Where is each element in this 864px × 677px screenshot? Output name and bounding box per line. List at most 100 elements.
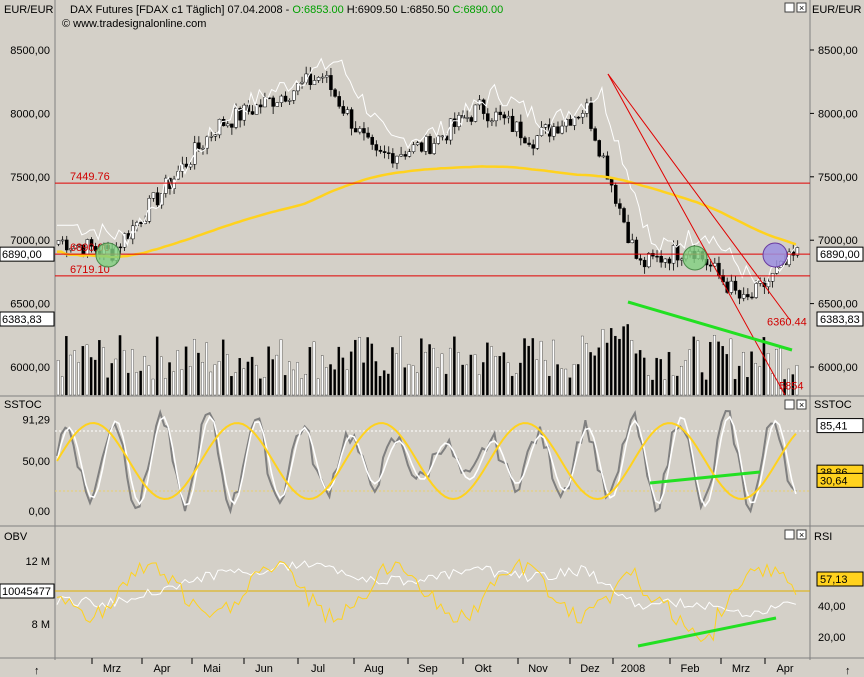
volume-bar: [201, 362, 204, 396]
stoch-tick-left: 50,00: [22, 456, 50, 468]
price-tick-right: 8500,00: [818, 45, 858, 57]
obv-tick-left: 12 M: [26, 556, 50, 568]
price-tick-right: 6000,00: [818, 362, 858, 374]
volume-bar: [609, 328, 613, 396]
time-tick-label: Sep: [418, 663, 438, 675]
volume-bar: [593, 355, 596, 396]
candle-body: [523, 137, 527, 144]
volume-bar: [407, 363, 411, 396]
candle-body: [283, 95, 288, 102]
volume-bar: [469, 354, 473, 396]
volume-bar: [461, 364, 464, 396]
volume-bar: [585, 343, 588, 396]
candle-body: [737, 290, 742, 299]
price-tick-left: 8000,00: [10, 108, 50, 120]
obv-maximize-button[interactable]: [784, 529, 795, 540]
volume-bar: [556, 364, 559, 396]
time-tick-label: Dez: [580, 663, 600, 675]
volume-bar: [391, 347, 394, 396]
volume-bar: [168, 362, 171, 396]
volume-bar: [758, 366, 762, 396]
volume-bar: [440, 353, 444, 396]
candle-body: [230, 123, 234, 128]
candle-body: [275, 102, 280, 107]
volume-bar: [354, 339, 357, 396]
scroll-left-icon: ↑: [34, 665, 40, 677]
volume-bar: [775, 349, 778, 396]
volume-bar: [667, 351, 671, 396]
obv-value-label: 10045477: [2, 586, 51, 598]
secondary-price-right: 6383,83: [820, 314, 860, 326]
volume-bar: [729, 338, 733, 396]
volume-bar: [663, 379, 667, 396]
volume-bar: [527, 345, 530, 396]
candle-body: [486, 113, 490, 122]
candle-body: [750, 296, 754, 299]
volume-bar: [333, 369, 336, 396]
volume-bar: [436, 367, 440, 396]
time-tick-label: Jun: [255, 663, 273, 675]
stoch-title-left: SSTOC: [4, 399, 42, 411]
volume-bar: [762, 337, 766, 396]
volume-bar: [300, 378, 303, 396]
volume-bar: [213, 364, 217, 396]
volume-bar: [642, 357, 646, 396]
volume-bar: [581, 335, 584, 396]
candle-body: [614, 184, 618, 204]
volume-bar: [399, 336, 402, 396]
stoch-value-label: 30,64: [820, 475, 848, 487]
candle-body: [510, 115, 515, 132]
candle-body: [469, 117, 474, 122]
candle-body: [395, 155, 399, 164]
high-value: H:6909.50: [347, 4, 398, 16]
stoch-panel-bg: [55, 397, 810, 525]
candle-body: [556, 126, 560, 134]
candle-body: [201, 147, 205, 150]
volume-bar: [106, 377, 109, 396]
candle-body: [349, 109, 354, 129]
volume-bar: [98, 340, 101, 396]
candle-body: [675, 245, 680, 261]
volume-bar: [382, 370, 386, 396]
candle-body: [514, 121, 519, 132]
volume-bar: [502, 352, 506, 396]
candle-body: [300, 81, 304, 84]
volume-bar: [122, 350, 126, 396]
rsi-value-label: 57,13: [820, 574, 848, 586]
volume-bar: [692, 336, 696, 396]
candle-body: [362, 128, 366, 134]
candle-body: [609, 178, 614, 186]
candle-body: [572, 116, 577, 126]
candle-body: [576, 116, 581, 119]
candle-body: [626, 221, 630, 244]
stoch-maximize-button[interactable]: [784, 399, 795, 410]
volume-bar: [523, 338, 526, 396]
candle-body: [403, 154, 407, 157]
highlight-circle: [682, 245, 708, 271]
candle-body: [254, 104, 259, 115]
candle-body: [225, 123, 230, 127]
volume-bar: [304, 374, 308, 396]
price-tick-right: 6500,00: [818, 299, 858, 311]
volume-bar: [564, 368, 568, 396]
candle-body: [329, 75, 333, 90]
time-tick-label: Apr: [776, 663, 793, 675]
volume-bar: [733, 378, 737, 396]
candle-body: [234, 107, 238, 128]
stoch-value-label: 85,41: [820, 421, 848, 433]
volume-bar: [490, 346, 493, 396]
candle-body: [634, 239, 639, 259]
volume-bar: [696, 340, 700, 396]
volume-bar: [519, 362, 522, 396]
maximize-button[interactable]: [784, 2, 795, 13]
candle-body: [448, 118, 453, 141]
candle-body: [729, 280, 734, 293]
time-tick-label: Apr: [153, 663, 170, 675]
volume-bar: [316, 378, 320, 396]
volume-bar: [704, 379, 708, 396]
volume-bar: [193, 339, 196, 396]
candle-body: [506, 115, 511, 119]
volume-bar: [180, 369, 184, 396]
candle-body: [399, 154, 403, 157]
candle-body: [535, 135, 540, 149]
